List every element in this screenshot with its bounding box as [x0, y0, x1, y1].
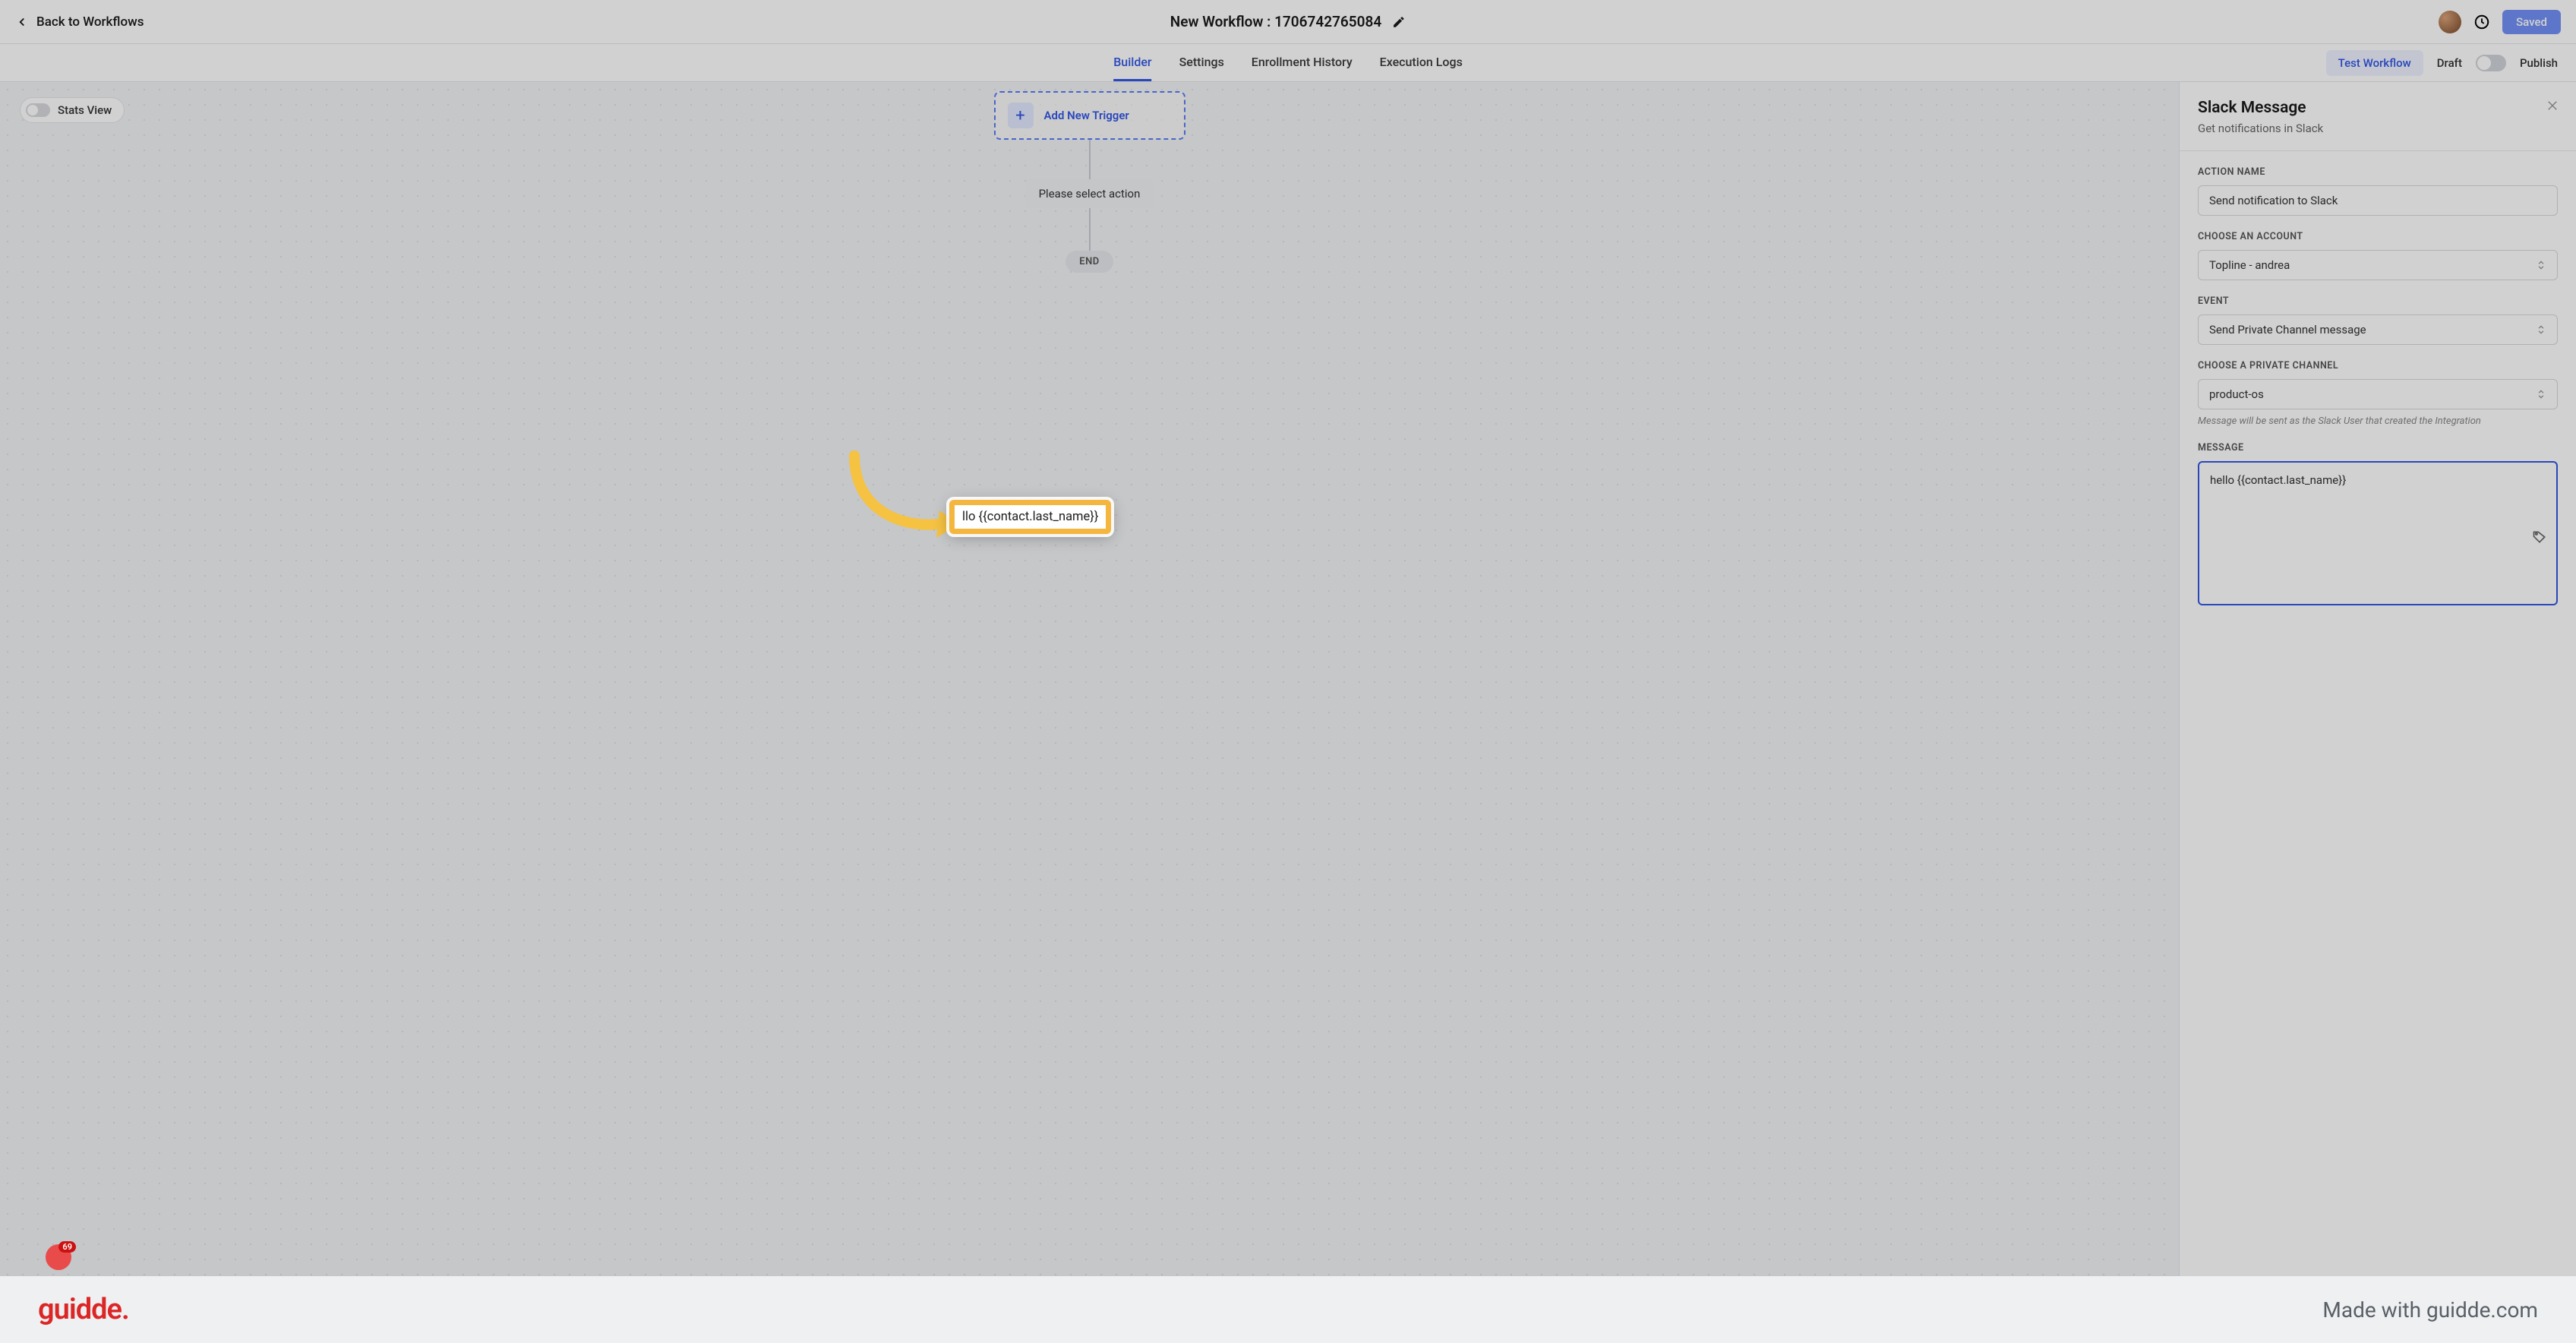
avatar[interactable]: [2439, 11, 2461, 33]
workflow-title-wrap: New Workflow : 1706742765084: [1170, 13, 1406, 30]
account-label: CHOOSE AN ACCOUNT: [2198, 231, 2558, 242]
history-icon[interactable]: [2473, 14, 2490, 30]
draft-label: Draft: [2437, 56, 2462, 70]
chevron-left-icon: [15, 15, 29, 29]
back-label: Back to Workflows: [36, 14, 144, 30]
top-bar: Back to Workflows New Workflow : 1706742…: [0, 0, 2576, 44]
stats-view-pill[interactable]: Stats View: [20, 97, 125, 123]
back-link[interactable]: Back to Workflows: [15, 14, 144, 30]
workflow-title: New Workflow : 1706742765084: [1170, 13, 1381, 30]
tab-bar: Builder Settings Enrollment History Exec…: [0, 44, 2576, 82]
badge-count: 69: [58, 1241, 76, 1253]
close-icon[interactable]: [2546, 99, 2559, 112]
connector-line: [1089, 140, 1091, 179]
chevron-updown-icon: [2536, 389, 2546, 400]
stats-toggle[interactable]: [26, 103, 50, 117]
stats-label: Stats View: [58, 103, 112, 117]
tag-icon[interactable]: [2532, 529, 2547, 545]
notification-badge[interactable]: 69: [46, 1244, 71, 1270]
channel-select[interactable]: product-os: [2198, 379, 2558, 409]
channel-value: product-os: [2209, 387, 2264, 401]
event-label: EVENT: [2198, 295, 2558, 307]
guidde-footer: guidde Made with guidde.com: [0, 1276, 2576, 1343]
connector-line: [1089, 208, 1091, 251]
callout-highlight: llo {{contact.last_name}}: [949, 500, 1111, 534]
action-name-input[interactable]: [2198, 185, 2558, 216]
message-value: hello {{contact.last_name}}: [2210, 473, 2346, 487]
message-input[interactable]: hello {{contact.last_name}}: [2198, 461, 2558, 605]
end-node: END: [1065, 251, 1113, 273]
panel-subtitle: Get notifications in Slack: [2198, 122, 2558, 135]
event-value: Send Private Channel message: [2209, 323, 2366, 337]
callout-arrow-icon: [847, 448, 961, 547]
account-select[interactable]: Topline - andrea: [2198, 250, 2558, 280]
edit-icon[interactable]: [1392, 15, 1406, 29]
test-workflow-button[interactable]: Test Workflow: [2326, 50, 2423, 76]
select-action-prompt[interactable]: Please select action: [1025, 179, 1154, 208]
publish-toggle[interactable]: [2476, 55, 2506, 71]
publish-label: Publish: [2520, 56, 2558, 70]
plus-icon: +: [1008, 103, 1034, 128]
channel-label: CHOOSE A PRIVATE CHANNEL: [2198, 360, 2558, 371]
add-trigger-node[interactable]: + Add New Trigger: [994, 91, 1185, 140]
made-with-label: Made with guidde.com: [2322, 1297, 2538, 1322]
workflow-canvas[interactable]: Stats View + Add New Trigger Please sele…: [0, 82, 2179, 1343]
event-select[interactable]: Send Private Channel message: [2198, 314, 2558, 345]
tab-builder[interactable]: Builder: [1113, 45, 1151, 81]
channel-helper: Message will be sent as the Slack User t…: [2198, 416, 2558, 427]
panel-title: Slack Message: [2198, 99, 2558, 117]
account-value: Topline - andrea: [2209, 258, 2290, 272]
action-name-label: ACTION NAME: [2198, 166, 2558, 178]
chevron-updown-icon: [2536, 324, 2546, 335]
chevron-updown-icon: [2536, 260, 2546, 270]
add-trigger-label: Add New Trigger: [1044, 109, 1129, 122]
divider: [2180, 150, 2576, 151]
message-label: MESSAGE: [2198, 442, 2558, 453]
tab-enrollment-history[interactable]: Enrollment History: [1252, 45, 1353, 81]
tab-settings[interactable]: Settings: [1179, 45, 1224, 81]
tab-execution-logs[interactable]: Execution Logs: [1380, 45, 1463, 81]
saved-button[interactable]: Saved: [2502, 10, 2561, 34]
action-config-panel: Slack Message Get notifications in Slack…: [2179, 82, 2576, 1343]
guidde-logo: guidde: [38, 1293, 129, 1326]
callout-text: llo {{contact.last_name}}: [962, 510, 1098, 524]
